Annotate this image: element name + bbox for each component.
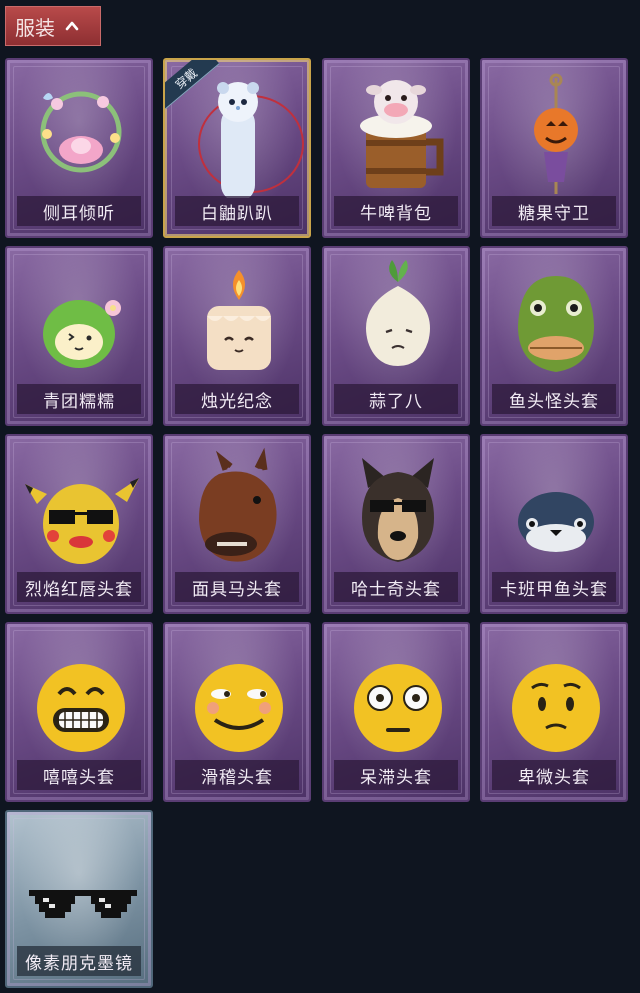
costume-card-turtle[interactable]: 卡班甲鱼头套 [480,434,628,614]
costume-card-fish-head[interactable]: 鱼头怪头套 [480,246,628,426]
costume-card-pixel-glasses[interactable]: 像素朋克墨镜 [5,810,153,988]
costume-card-pikachu[interactable]: 烈焰红唇头套 [5,434,153,614]
costume-label: 牛啤背包 [334,196,458,226]
costume-card-husky[interactable]: 哈士奇头套 [322,434,470,614]
costume-label: 卑微头套 [492,760,616,790]
section-header-tab[interactable]: 服装 [5,6,101,46]
costume-label: 白鼬趴趴 [175,196,299,226]
husky-mask-icon [362,458,434,562]
costume-card-candle[interactable]: 烛光纪念 [163,246,311,426]
costume-label: 面具马头套 [175,572,299,602]
costume-label: 鱼头怪头套 [492,384,616,414]
flushed-emoji-mask-icon [354,664,442,752]
pixel-sunglasses-icon [29,890,137,918]
costume-card-green-dumpling[interactable]: 青团糯糯 [5,246,153,426]
costume-card-grin[interactable]: 嘻嘻头套 [5,622,153,802]
costume-label: 哈士奇头套 [334,572,458,602]
costume-card-wreath[interactable]: 侧耳倾听 [5,58,153,238]
smirk-emoji-mask-icon [195,664,283,752]
costume-card-smirk[interactable]: 滑稽头套 [163,622,311,802]
section-title: 服装 [15,15,55,40]
costume-label: 像素朋克墨镜 [17,946,141,976]
horse-mask-icon [199,447,277,562]
costume-card-ermine[interactable]: 穿戴 白鼬趴趴 [163,58,311,238]
cow-mug-icon [360,80,444,188]
costume-label: 侧耳倾听 [17,196,141,226]
costume-label: 烈焰红唇头套 [17,572,141,602]
pikachu-mask-icon [25,478,139,564]
fish-head-mask-icon [518,276,594,372]
costume-label: 呆滞头套 [334,760,458,790]
pumpkin-scarecrow-icon [534,73,578,194]
costume-label: 滑稽头套 [175,760,299,790]
costume-label: 卡班甲鱼头套 [492,572,616,602]
green-dumpling-icon [43,300,121,368]
costume-card-cow-mug[interactable]: 牛啤背包 [322,58,470,238]
costume-label: 烛光纪念 [175,384,299,414]
costume-card-flushed[interactable]: 呆滞头套 [322,622,470,802]
costume-label: 青团糯糯 [17,384,141,414]
pleading-emoji-mask-icon [512,664,600,752]
costume-card-horse[interactable]: 面具马头套 [163,434,311,614]
costume-label: 嘻嘻头套 [17,760,141,790]
grin-emoji-mask-icon [37,664,125,752]
costume-label: 糖果守卫 [492,196,616,226]
chevron-up-icon [65,21,79,31]
candle-icon [207,270,271,370]
turtle-head-mask-icon [518,492,594,552]
costume-card-garlic[interactable]: 蒜了八 [322,246,470,426]
costume-card-pleading[interactable]: 卑微头套 [480,622,628,802]
costume-card-pumpkin[interactable]: 糖果守卫 [480,58,628,238]
garlic-icon [366,260,430,366]
costume-label: 蒜了八 [334,384,458,414]
flower-wreath-icon [40,91,122,173]
